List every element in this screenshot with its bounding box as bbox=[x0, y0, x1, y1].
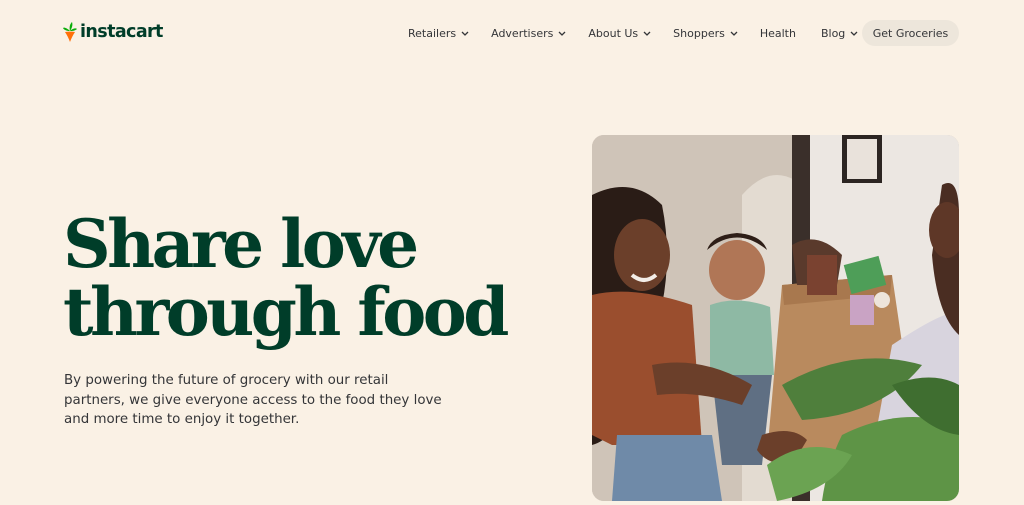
family-groceries-photo-icon bbox=[592, 135, 959, 501]
get-groceries-button[interactable]: Get Groceries bbox=[862, 20, 959, 46]
hero-title-line-2: through food bbox=[63, 273, 509, 351]
nav-item-blog[interactable]: Blog bbox=[821, 27, 858, 40]
nav-item-advertisers[interactable]: Advertisers bbox=[491, 27, 566, 40]
chevron-down-icon bbox=[643, 31, 651, 36]
nav-item-label: Advertisers bbox=[491, 26, 554, 40]
chevron-down-icon bbox=[558, 31, 566, 36]
instacart-logo[interactable]: instacart bbox=[63, 21, 163, 43]
nav-item-label: Retailers bbox=[408, 26, 457, 40]
chevron-down-icon bbox=[850, 31, 858, 36]
page: instacart Retailers Advertisers About Us… bbox=[0, 0, 1024, 505]
hero-title: Share love through food bbox=[63, 210, 563, 346]
nav-item-label: About Us bbox=[588, 26, 639, 40]
nav-item-health[interactable]: Health bbox=[760, 27, 796, 40]
nav-item-retailers[interactable]: Retailers bbox=[408, 27, 469, 40]
nav-item-shoppers[interactable]: Shoppers bbox=[673, 27, 738, 40]
carrot-logo-icon bbox=[63, 22, 77, 42]
nav-item-about-us[interactable]: About Us bbox=[588, 27, 651, 40]
site-header: instacart Retailers Advertisers About Us… bbox=[0, 0, 1024, 64]
main-nav: Retailers Advertisers About Us Shoppers … bbox=[408, 20, 880, 46]
hero-description: By powering the future of grocery with o… bbox=[64, 373, 442, 427]
hero-photo bbox=[592, 135, 959, 501]
chevron-down-icon bbox=[461, 31, 469, 36]
nav-item-label: Blog bbox=[820, 26, 846, 40]
logo-wordmark: instacart bbox=[80, 22, 163, 42]
nav-item-label: Health bbox=[759, 26, 796, 40]
nav-item-label: Shoppers bbox=[673, 26, 725, 40]
chevron-down-icon bbox=[730, 31, 738, 36]
hero-title-line-1: Share love bbox=[63, 205, 419, 283]
